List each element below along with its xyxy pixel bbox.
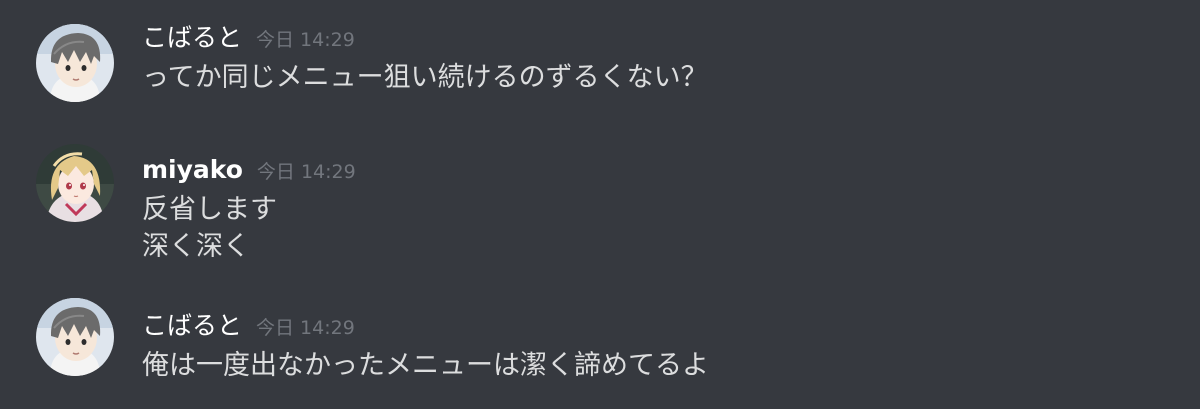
avatar-kobaruto-image [36,298,114,376]
avatar-miyako-image [36,144,114,222]
chat-message: miyako 今日 14:29 反省します 深く深く [0,144,1200,265]
message-header: miyako 今日 14:29 [142,154,356,189]
chat-message: こばると 今日 14:29 ってか同じメニュー狙い続けるのずるくない？ [0,22,1200,102]
message-header: こばると 今日 14:29 [142,22,355,57]
message-text: 俺は一度出なかったメニューは潔く諦めてるよ [142,350,709,381]
message-text: 深く深く [142,231,250,262]
user-avatar-kobaruto[interactable] [36,24,114,102]
message-timestamp[interactable]: 今日 14:29 [257,161,356,183]
user-avatar-kobaruto[interactable] [36,298,114,376]
message-text: ってか同じメニュー狙い続けるのずるくない？ [142,62,708,93]
message-content: 反省します 深く深く [142,191,277,265]
message-content: ってか同じメニュー狙い続けるのずるくない？ [142,59,708,96]
user-avatar-miyako[interactable] [36,144,114,222]
username[interactable]: miyako [142,155,243,184]
username[interactable]: こばると [142,311,242,340]
message-timestamp[interactable]: 今日 14:29 [256,317,355,339]
message-header: こばると 今日 14:29 [142,310,355,345]
avatar-kobaruto-image [36,24,114,102]
username[interactable]: こばると [142,23,242,52]
chat-message-list: こばると 今日 14:29 ってか同じメニュー狙い続けるのずるくない？ miya… [0,0,1200,409]
message-content: 俺は一度出なかったメニューは潔く諦めてるよ [142,347,709,384]
chat-message: こばると 今日 14:29 俺は一度出なかったメニューは潔く諦めてるよ [0,298,1200,390]
message-timestamp[interactable]: 今日 14:29 [256,29,355,51]
message-text: 反省します [142,194,277,225]
